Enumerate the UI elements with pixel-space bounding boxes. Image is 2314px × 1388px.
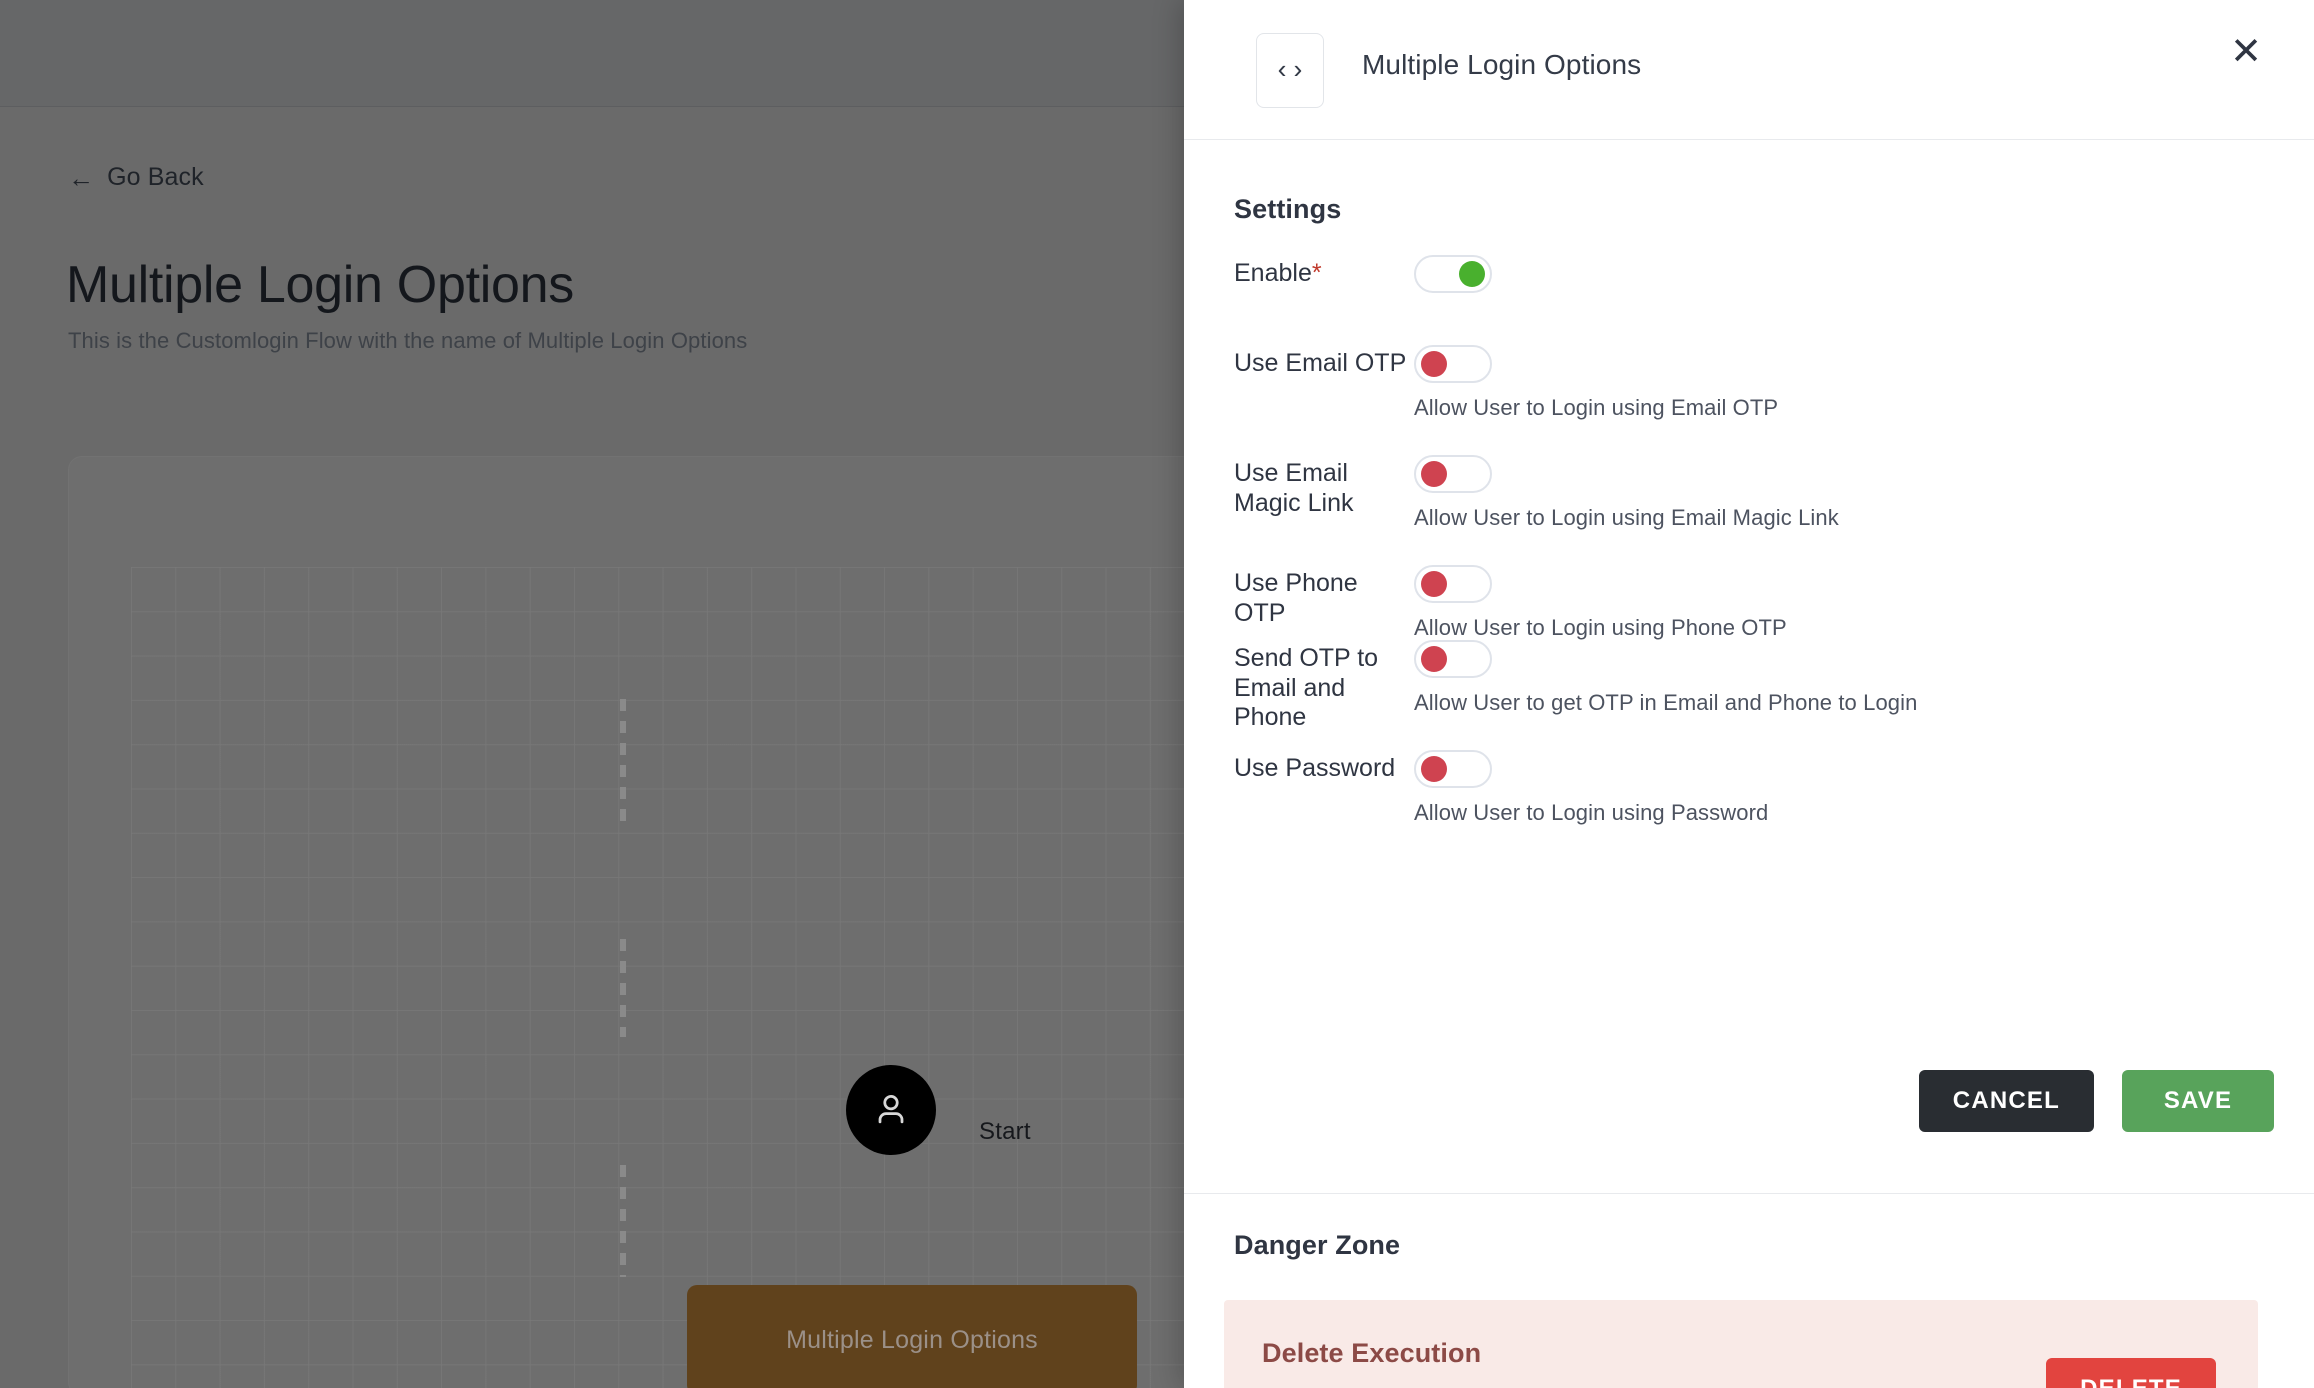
person-icon xyxy=(878,1095,904,1124)
toggle-enable[interactable] xyxy=(1414,255,1492,293)
arrow-left-icon: ← xyxy=(68,162,95,193)
setting-label-text: Enable xyxy=(1234,259,1312,287)
page-title: Multiple Login Options xyxy=(66,256,574,314)
setting-label-use-phone-otp: Use Phone OTP xyxy=(1234,569,1358,627)
flow-canvas[interactable]: Start Multiple Login Options Drag and Dr… xyxy=(68,456,1184,1388)
save-button[interactable]: SAVE xyxy=(2122,1070,2274,1132)
flow-node-start-label: Start xyxy=(979,1118,1031,1145)
setting-helper-use-phone-otp: Allow User to Login using Phone OTP xyxy=(1414,615,1787,640)
go-back-button[interactable]: ← Go Back xyxy=(68,163,204,192)
setting-label-send-otp-email-phone: Send OTP to Email and Phone xyxy=(1234,644,1379,731)
flow-node-action[interactable]: Multiple Login Options xyxy=(687,1285,1137,1388)
setting-helper-use-email-otp: Allow User to Login using Email OTP xyxy=(1414,395,1779,420)
toggle-knob xyxy=(1421,351,1447,377)
panel-title: Multiple Login Options xyxy=(1362,49,1642,80)
delete-execution-title: Delete Execution xyxy=(1262,1338,1482,1368)
page-subtitle: This is the Customlogin Flow with the na… xyxy=(68,328,748,353)
toggle-use-email-magic-link[interactable] xyxy=(1414,455,1492,493)
toggle-knob xyxy=(1421,756,1447,782)
setting-row-enable: Enable* xyxy=(1184,255,1492,293)
flow-node-action-label: Multiple Login Options xyxy=(786,1325,1038,1354)
toggle-use-email-otp[interactable] xyxy=(1414,345,1492,383)
setting-row-send-otp-email-phone: Send OTP to Email and Phone Allow User t… xyxy=(1184,640,1917,733)
setting-row-use-email-magic-link: Use Email Magic Link Allow User to Login… xyxy=(1184,455,1839,531)
flow-node-start[interactable] xyxy=(846,1065,936,1155)
go-back-label: Go Back xyxy=(107,163,204,191)
toggle-knob xyxy=(1459,261,1485,287)
delete-button[interactable]: DELETE xyxy=(2046,1358,2216,1388)
setting-row-use-password: Use Password Allow User to Login using P… xyxy=(1184,750,1768,826)
toggle-use-phone-otp[interactable] xyxy=(1414,565,1492,603)
close-icon[interactable]: ✕ xyxy=(2222,28,2270,76)
app-topbar xyxy=(0,0,1184,107)
setting-helper-use-password: Allow User to Login using Password xyxy=(1414,800,1769,825)
settings-action-buttons: CANCEL SAVE xyxy=(1918,1070,2274,1132)
section-divider xyxy=(1184,1193,2314,1194)
toggle-send-otp-email-phone[interactable] xyxy=(1414,640,1492,678)
setting-row-use-phone-otp: Use Phone OTP Allow User to Login using … xyxy=(1184,565,1787,641)
toggle-knob xyxy=(1421,571,1447,597)
toggle-knob xyxy=(1421,461,1447,487)
setting-label-use-email-otp: Use Email OTP xyxy=(1234,349,1407,377)
cancel-button[interactable]: CANCEL xyxy=(1918,1070,2094,1132)
close-glyph: ✕ xyxy=(2230,31,2262,73)
required-marker: * xyxy=(1311,259,1322,287)
setting-label-use-email-magic-link: Use Email Magic Link xyxy=(1234,459,1354,517)
toggle-use-password[interactable] xyxy=(1414,750,1492,788)
toggle-knob xyxy=(1421,646,1447,672)
setting-label-use-password: Use Password xyxy=(1234,754,1396,782)
setting-label-enable: Enable* xyxy=(1234,255,1414,289)
settings-section-heading: Settings xyxy=(1234,194,1342,224)
danger-zone-card: Delete Execution This execution will be … xyxy=(1224,1300,2258,1388)
background-page: ← Go Back Multiple Login Options This is… xyxy=(0,0,1184,1388)
settings-side-panel: ‹› Multiple Login Options ✕ Settings Ena… xyxy=(1184,0,2314,1388)
setting-helper-send-otp-email-phone: Allow User to get OTP in Email and Phone… xyxy=(1414,690,1918,715)
flow-connector-edges xyxy=(620,699,626,1277)
setting-row-use-email-otp: Use Email OTP Allow User to Login using … xyxy=(1184,345,1778,421)
setting-helper-use-email-magic-link: Allow User to Login using Email Magic Li… xyxy=(1414,505,1839,530)
panel-header: ‹› Multiple Login Options ✕ xyxy=(1184,0,2314,140)
danger-zone-heading: Danger Zone xyxy=(1234,1230,1401,1260)
code-brackets-glyph: ‹› xyxy=(1274,55,1306,86)
code-brackets-icon: ‹› xyxy=(1256,33,1324,108)
